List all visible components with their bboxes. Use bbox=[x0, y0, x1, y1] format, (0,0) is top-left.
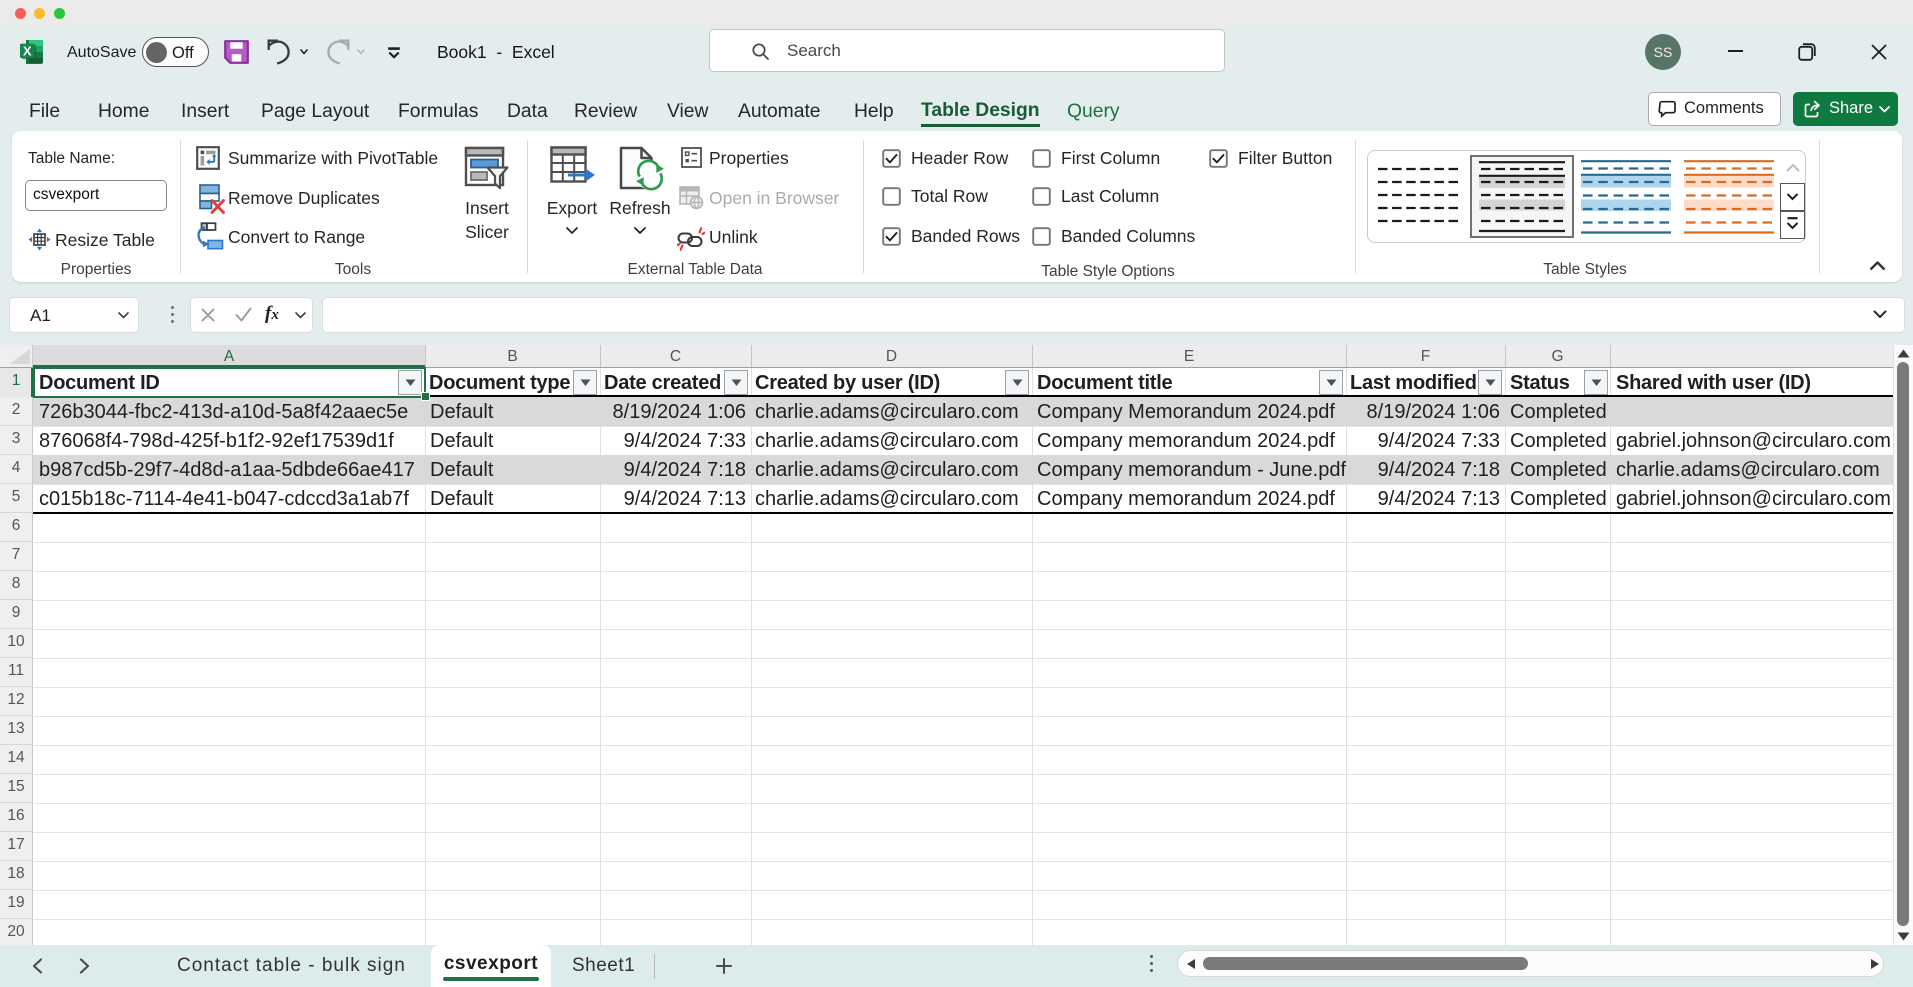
svg-text:X: X bbox=[23, 44, 32, 59]
